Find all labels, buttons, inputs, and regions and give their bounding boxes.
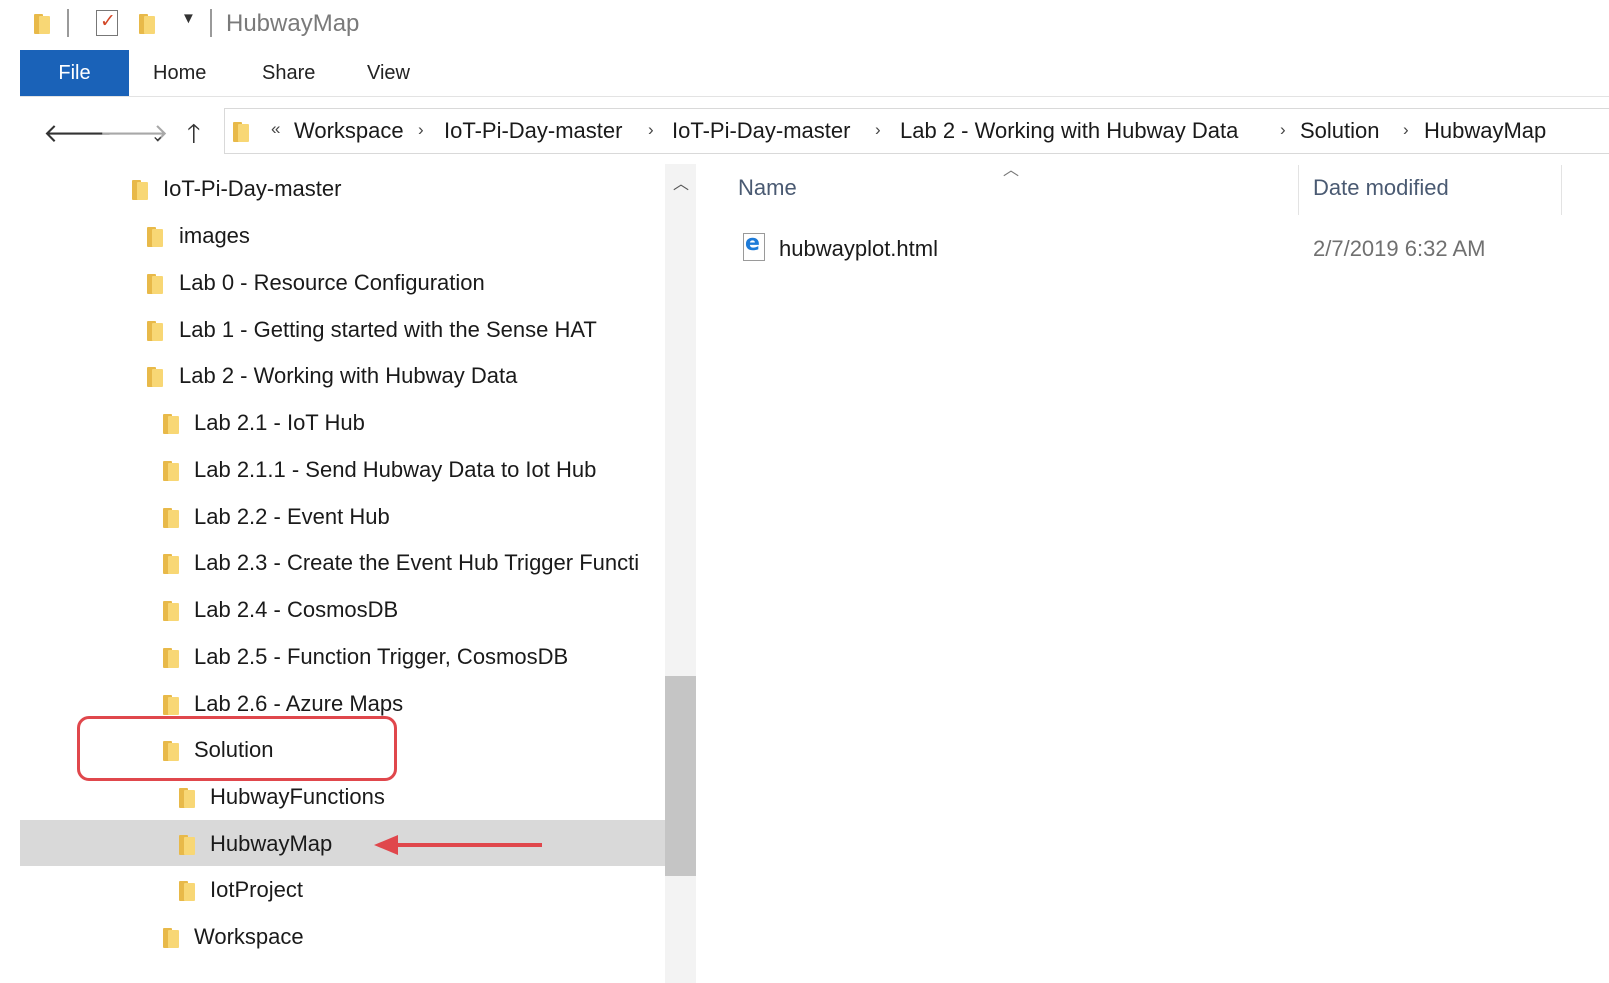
column-header-name[interactable]: Name: [738, 175, 797, 201]
annotation-arrow-icon: [374, 835, 542, 855]
breadcrumb-lab-2[interactable]: Lab 2 - Working with Hubway Data: [900, 118, 1238, 144]
quick-access-toolbar: ✓ ▼ HubwayMap: [0, 0, 1609, 48]
sort-ascending-icon: ︿: [1003, 162, 1020, 179]
folder-icon[interactable]: [34, 12, 50, 34]
folder-icon: [163, 552, 179, 574]
ribbon-divider: [20, 96, 1609, 97]
tree-item-label: Lab 2.4 - CosmosDB: [194, 597, 399, 622]
overflow-chevron-icon[interactable]: «: [271, 119, 280, 139]
folder-icon: [233, 120, 249, 142]
column-divider[interactable]: [1561, 165, 1562, 215]
tree-item-label: HubwayMap: [210, 831, 333, 856]
edge-html-file-icon: e: [743, 231, 765, 261]
tree-item-label: Lab 2.2 - Event Hub: [194, 504, 390, 529]
chevron-right-icon[interactable]: ›: [418, 120, 424, 140]
scroll-up-icon[interactable]: ︿: [673, 170, 689, 194]
tree-item-label: images: [179, 223, 250, 248]
toolbar-separator: [67, 9, 69, 37]
tree-item-label: Lab 2.1 - IoT Hub: [194, 410, 365, 435]
chevron-right-icon[interactable]: ›: [875, 120, 881, 140]
tree-item-label: Lab 2.1.1 - Send Hubway Data to Iot Hub: [194, 457, 597, 482]
tree-scrollbar[interactable]: ︿: [665, 164, 696, 983]
tree-item-label: IotProject: [210, 877, 303, 902]
breadcrumb-iot-pi-day-master-inner[interactable]: IoT-Pi-Day-master: [672, 118, 850, 144]
recent-locations-icon[interactable]: ⌄: [151, 122, 164, 152]
folder-icon: [179, 833, 195, 855]
folder-icon: [147, 225, 163, 247]
chevron-right-icon[interactable]: ›: [1280, 120, 1286, 140]
tab-home[interactable]: Home: [153, 50, 206, 96]
breadcrumb-workspace[interactable]: Workspace: [294, 118, 404, 144]
chevron-right-icon[interactable]: ›: [1403, 120, 1409, 140]
tree-item-label: Lab 2 - Working with Hubway Data: [179, 363, 518, 388]
folder-icon: [163, 599, 179, 621]
folder-icon: [163, 459, 179, 481]
folder-icon: [163, 693, 179, 715]
folder-icon: [147, 319, 163, 341]
customize-dropdown-icon[interactable]: ▼: [181, 10, 196, 27]
folder-icon: [163, 412, 179, 434]
folder-icon: [163, 506, 179, 528]
file-name[interactable]: hubwayplot.html: [779, 236, 938, 262]
column-divider[interactable]: [1298, 165, 1299, 215]
tree-item-label: IoT-Pi-Day-master: [163, 176, 342, 201]
tab-view[interactable]: View: [367, 50, 410, 96]
column-header-date-modified[interactable]: Date modified: [1313, 175, 1449, 201]
folder-icon: [147, 365, 163, 387]
folder-icon: [163, 646, 179, 668]
up-arrow-icon[interactable]: 🡑: [187, 118, 201, 148]
tree-item-label: Lab 0 - Resource Configuration: [179, 270, 485, 295]
tree-item-label: Lab 2.5 - Function Trigger, CosmosDB: [194, 644, 569, 669]
tree-item-label: Lab 1 - Getting started with the Sense H…: [179, 317, 597, 342]
window-title: HubwayMap: [226, 10, 360, 37]
tab-file[interactable]: File: [20, 50, 129, 96]
folder-icon: [132, 178, 148, 200]
breadcrumb-hubwaymap[interactable]: HubwayMap: [1424, 118, 1546, 144]
tab-share[interactable]: Share: [262, 50, 315, 96]
navigation-pane: IoT-Pi-Day-master images Lab 0 - Resourc…: [20, 164, 665, 983]
folder-icon: [179, 879, 195, 901]
annotation-highlight-box: [77, 716, 397, 781]
address-bar[interactable]: « Workspace › IoT-Pi-Day-master › IoT-Pi…: [224, 108, 1609, 154]
chevron-right-icon[interactable]: ›: [648, 120, 654, 140]
new-folder-icon[interactable]: [139, 12, 155, 34]
toolbar-separator: [210, 9, 212, 37]
tree-item-label: Workspace: [194, 924, 304, 949]
breadcrumb-iot-pi-day-master[interactable]: IoT-Pi-Day-master: [444, 118, 622, 144]
breadcrumb-solution[interactable]: Solution: [1300, 118, 1380, 144]
properties-icon[interactable]: ✓: [96, 10, 118, 36]
tree-item-label: Lab 2.3 - Create the Event Hub Trigger F…: [194, 550, 640, 575]
file-date-modified: 2/7/2019 6:32 AM: [1313, 236, 1486, 261]
scrollbar-thumb[interactable]: [665, 676, 696, 876]
folder-icon: [179, 786, 195, 808]
folder-icon: [163, 926, 179, 948]
folder-icon: [147, 272, 163, 294]
